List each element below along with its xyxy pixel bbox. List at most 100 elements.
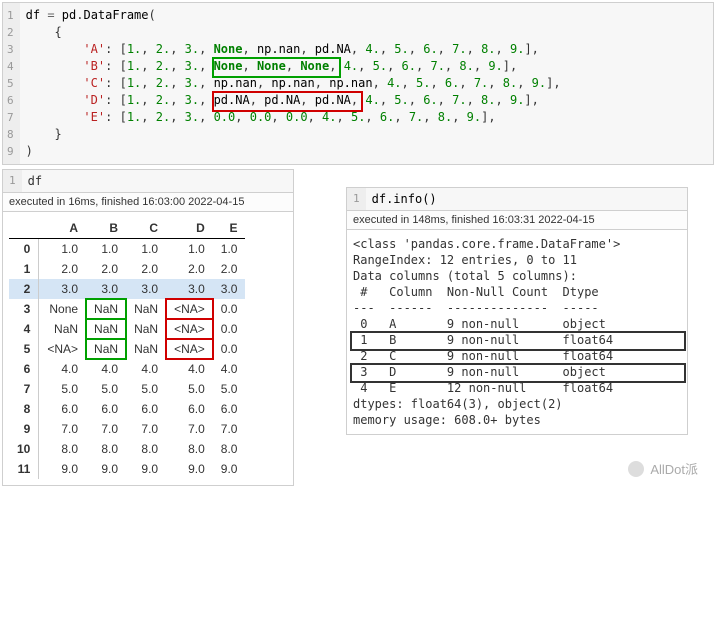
cell: 9.0 [213, 459, 246, 479]
cell: 6.0 [86, 399, 126, 419]
cell: 1.0 [86, 239, 126, 260]
cell: 5.0 [126, 379, 166, 399]
cell: 4.0 [166, 359, 213, 379]
cell: 1.0 [166, 239, 213, 260]
cell: None [39, 299, 86, 319]
cell: 2.0 [126, 259, 166, 279]
cell: <NA> [166, 339, 213, 359]
cell: 7.0 [166, 419, 213, 439]
cell: NaN [126, 319, 166, 339]
cell: 8.0 [39, 439, 86, 459]
cell: 6.0 [213, 399, 246, 419]
row-index: 3 [9, 299, 39, 319]
row-index: 7 [9, 379, 39, 399]
table-row: 75.05.05.05.05.0 [9, 379, 245, 399]
cell: 5.0 [166, 379, 213, 399]
cell: 2.0 [86, 259, 126, 279]
col-header: E [213, 218, 246, 239]
cell: 3.0 [213, 279, 246, 299]
cell: NaN [126, 339, 166, 359]
cell: 7.0 [126, 419, 166, 439]
output-df-table: 1 df executed in 16ms, finished 16:03:00… [2, 169, 294, 486]
cell: 4.0 [39, 359, 86, 379]
table-row: 4NaNNaNNaN<NA>0.0 [9, 319, 245, 339]
table-row: 3NoneNaNNaN<NA>0.0 [9, 299, 245, 319]
row-index: 11 [9, 459, 39, 479]
cell: 3.0 [126, 279, 166, 299]
cell: 9.0 [86, 459, 126, 479]
row-index: 6 [9, 359, 39, 379]
cell: 2.0 [166, 259, 213, 279]
line-number: 1 [347, 188, 366, 210]
cell: NaN [86, 299, 126, 319]
col-header: D [166, 218, 213, 239]
exec-status: executed in 148ms, finished 16:03:31 202… [347, 211, 687, 230]
watermark-text: AllDot派 [650, 459, 698, 478]
cell: 0.0 [213, 339, 246, 359]
row-index: 4 [9, 319, 39, 339]
output-df-info: 1 df.info() executed in 148ms, finished … [346, 187, 688, 435]
cell-code[interactable]: df.info() [366, 188, 687, 210]
watermark-icon [628, 461, 644, 477]
table-row: 12.02.02.02.02.0 [9, 259, 245, 279]
cell: 9.0 [166, 459, 213, 479]
cell: 3.0 [166, 279, 213, 299]
row-index: 9 [9, 419, 39, 439]
cell: 8.0 [166, 439, 213, 459]
cell: 9.0 [39, 459, 86, 479]
row-index: 8 [9, 399, 39, 419]
code-content[interactable]: df = pd.DataFrame( { 'A': [1., 2., 3., N… [20, 3, 713, 164]
table-row: 119.09.09.09.09.0 [9, 459, 245, 479]
cell: 4.0 [86, 359, 126, 379]
cell: NaN [126, 299, 166, 319]
row-index: 5 [9, 339, 39, 359]
cell: 1.0 [39, 239, 86, 260]
cell: NaN [86, 319, 126, 339]
cell: <NA> [166, 299, 213, 319]
cell: 8.0 [86, 439, 126, 459]
line-number: 1 [3, 170, 22, 192]
table-row: 108.08.08.08.08.0 [9, 439, 245, 459]
table-row: 97.07.07.07.07.0 [9, 419, 245, 439]
table-row: 23.03.03.03.03.0 [9, 279, 245, 299]
cell: 6.0 [39, 399, 86, 419]
cell: <NA> [166, 319, 213, 339]
cell: 7.0 [213, 419, 246, 439]
cell: 0.0 [213, 299, 246, 319]
table-row: 64.04.04.04.04.0 [9, 359, 245, 379]
cell: NaN [86, 339, 126, 359]
code-cell: 123456789 df = pd.DataFrame( { 'A': [1.,… [2, 2, 714, 165]
cell: 3.0 [86, 279, 126, 299]
table-row: 5<NA>NaNNaN<NA>0.0 [9, 339, 245, 359]
col-header: B [86, 218, 126, 239]
cell: 6.0 [166, 399, 213, 419]
cell: 7.0 [86, 419, 126, 439]
col-header: C [126, 218, 166, 239]
row-index: 2 [9, 279, 39, 299]
table-row: 86.06.06.06.06.0 [9, 399, 245, 419]
cell: 3.0 [39, 279, 86, 299]
dataframe-table: ABCDE01.01.01.01.01.012.02.02.02.02.023.… [9, 218, 245, 479]
cell-code[interactable]: df [22, 170, 293, 192]
row-index: 1 [9, 259, 39, 279]
cell: 8.0 [126, 439, 166, 459]
line-number-gutter: 123456789 [3, 3, 20, 164]
info-highlight-green [350, 331, 686, 351]
col-header [9, 218, 39, 239]
row-index: 0 [9, 239, 39, 260]
cell: 2.0 [39, 259, 86, 279]
exec-status: executed in 16ms, finished 16:03:00 2022… [3, 193, 293, 212]
cell: 5.0 [39, 379, 86, 399]
info-output: <class 'pandas.core.frame.DataFrame'> Ra… [347, 230, 687, 434]
cell: 5.0 [86, 379, 126, 399]
cell: 2.0 [213, 259, 246, 279]
cell: 0.0 [213, 319, 246, 339]
watermark: AllDot派 [628, 459, 698, 478]
cell: 4.0 [213, 359, 246, 379]
cell: 5.0 [213, 379, 246, 399]
cell: NaN [39, 319, 86, 339]
table-row: 01.01.01.01.01.0 [9, 239, 245, 260]
cell: 6.0 [126, 399, 166, 419]
info-highlight-red [350, 363, 686, 383]
cell: 1.0 [213, 239, 246, 260]
